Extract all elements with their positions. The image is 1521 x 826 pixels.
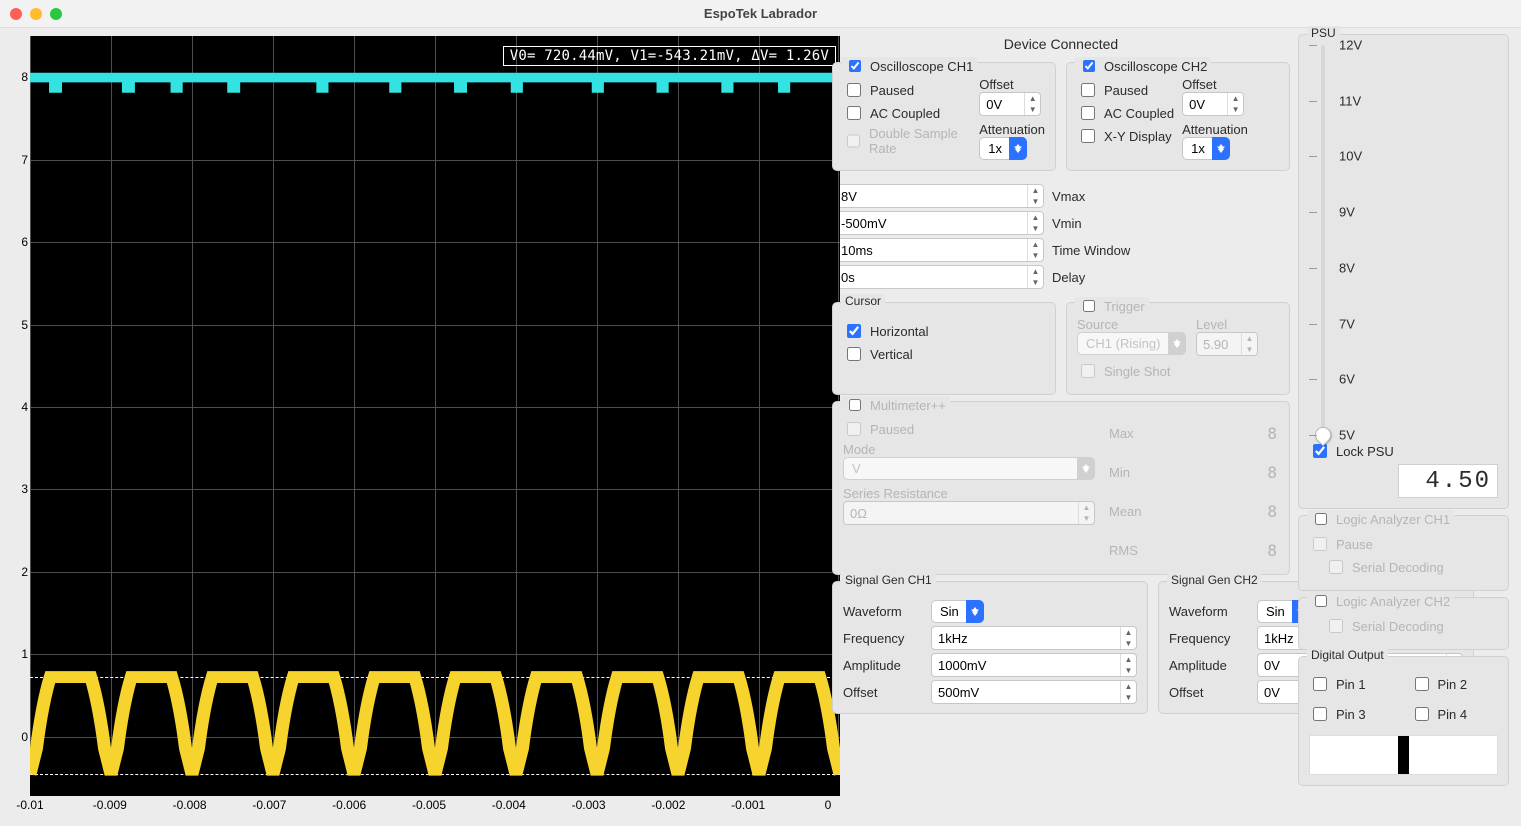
osc-ch1-ac[interactable]: AC Coupled bbox=[843, 103, 971, 123]
psu-lock[interactable]: Lock PSU bbox=[1309, 441, 1498, 461]
trigger-level: ▲▼ bbox=[1196, 332, 1258, 356]
sg1-waveform[interactable]: Sin bbox=[931, 600, 984, 623]
osc-ch2-group: Oscilloscope CH2 Paused AC Coupled X-Y D… bbox=[1066, 62, 1290, 171]
multimeter-series-r: ▲▼ bbox=[843, 501, 1095, 525]
siggen-ch1-group: Signal Gen CH1 WaveformSin Frequency▲▼ A… bbox=[832, 581, 1148, 714]
x-axis: -0.01-0.009-0.008 -0.007-0.006-0.005 -0.… bbox=[30, 796, 828, 814]
digital-pin-1[interactable]: Pin 1 bbox=[1309, 674, 1397, 694]
digital-output-group: Digital Output Pin 1 Pin 2 Pin 3 Pin 4 bbox=[1298, 656, 1509, 786]
digital-pin-3[interactable]: Pin 3 bbox=[1309, 704, 1397, 724]
osc-ch1-atten-label: Attenuation bbox=[979, 122, 1045, 137]
vmax-label: Vmax bbox=[1052, 189, 1085, 204]
device-status: Device Connected bbox=[832, 34, 1290, 56]
la-ch1-group: Logic Analyzer CH1 Pause Serial Decoding bbox=[1298, 515, 1509, 591]
osc-ch1-group: Oscilloscope CH1 Paused AC Coupled Doubl… bbox=[832, 62, 1056, 171]
timewindow-label: Time Window bbox=[1052, 243, 1130, 258]
psu-readout: 4.50 bbox=[1398, 464, 1498, 498]
osc-ch1-dsr: Double Sample Rate bbox=[843, 126, 971, 156]
delay-input[interactable]: ▲▼ bbox=[834, 265, 1044, 289]
osc-ch2-atten[interactable]: 1x bbox=[1182, 137, 1230, 160]
minimize-icon[interactable] bbox=[30, 8, 42, 20]
osc-ch2-offset-label: Offset bbox=[1182, 77, 1248, 92]
y-axis: 876 543 210 bbox=[12, 36, 30, 778]
la-ch1-serial: Serial Decoding bbox=[1325, 557, 1498, 577]
mm-mean-readout: 8 bbox=[1267, 502, 1279, 521]
cursor-vertical[interactable]: Vertical bbox=[843, 344, 1045, 364]
titlebar: EspoTek Labrador bbox=[0, 0, 1521, 28]
multimeter-group: Multimeter++ Paused Mode V Series Resist… bbox=[832, 401, 1290, 575]
sg1-offset[interactable]: ▲▼ bbox=[931, 680, 1137, 704]
osc-ch1-offset-label: Offset bbox=[979, 77, 1045, 92]
multimeter-enable[interactable]: Multimeter++ bbox=[841, 396, 950, 414]
osc-ch1-atten[interactable]: 1x bbox=[979, 137, 1027, 160]
osc-ch2-atten-label: Attenuation bbox=[1182, 122, 1248, 137]
digital-pin-2[interactable]: Pin 2 bbox=[1411, 674, 1499, 694]
multimeter-paused: Paused bbox=[843, 419, 1095, 439]
osc-ch2-xy[interactable]: X-Y Display bbox=[1077, 126, 1174, 146]
trigger-single: Single Shot bbox=[1077, 361, 1186, 381]
vmin-input[interactable]: ▲▼ bbox=[834, 211, 1044, 235]
la-ch2-enable[interactable]: Logic Analyzer CH2 bbox=[1307, 592, 1454, 610]
mm-min-readout: 8 bbox=[1267, 463, 1279, 482]
mm-rms-readout: 8 bbox=[1267, 541, 1279, 560]
multimeter-mode: V bbox=[843, 457, 1095, 480]
cursor-horizontal[interactable]: Horizontal bbox=[843, 321, 1045, 341]
la-ch1-enable[interactable]: Logic Analyzer CH1 bbox=[1307, 510, 1454, 528]
oscilloscope-display[interactable]: V0= 720.44mV, V1=-543.21mV, ΔV= 1.26V bbox=[30, 36, 840, 796]
delay-label: Delay bbox=[1052, 270, 1085, 285]
osc-ch1-enable[interactable]: Oscilloscope CH1 bbox=[841, 57, 977, 75]
trigger-source: CH1 (Rising) bbox=[1077, 332, 1186, 355]
osc-ch2-offset[interactable]: ▲▼ bbox=[1182, 92, 1244, 116]
timewindow-input[interactable]: ▲▼ bbox=[834, 238, 1044, 262]
digital-output-preview bbox=[1309, 735, 1498, 775]
osc-ch2-ac[interactable]: AC Coupled bbox=[1077, 103, 1174, 123]
cursor-group: Cursor Horizontal Vertical bbox=[832, 302, 1056, 395]
cursor-title: Cursor bbox=[841, 294, 885, 308]
la-ch2-serial: Serial Decoding bbox=[1325, 616, 1498, 636]
mm-max-readout: 8 bbox=[1267, 424, 1279, 443]
trace-ch1 bbox=[30, 677, 840, 774]
sg1-freq[interactable]: ▲▼ bbox=[931, 626, 1137, 650]
sg1-amp[interactable]: ▲▼ bbox=[931, 653, 1137, 677]
cursor-readout: V0= 720.44mV, V1=-543.21mV, ΔV= 1.26V bbox=[503, 46, 836, 66]
osc-ch1-paused[interactable]: Paused bbox=[843, 80, 971, 100]
trace-ch2 bbox=[30, 78, 840, 88]
trigger-enable[interactable]: Trigger bbox=[1075, 297, 1149, 315]
window-controls bbox=[0, 8, 62, 20]
psu-group: PSU 12V 11V 10V 9V 8 bbox=[1298, 34, 1509, 509]
osc-ch1-offset[interactable]: ▲▼ bbox=[979, 92, 1041, 116]
vmax-input[interactable]: ▲▼ bbox=[834, 184, 1044, 208]
psu-slider[interactable]: 12V 11V 10V 9V 8V 7V 6V 5V bbox=[1309, 45, 1498, 435]
window-title: EspoTek Labrador bbox=[0, 6, 1521, 21]
la-ch2-group: Logic Analyzer CH2 Serial Decoding bbox=[1298, 597, 1509, 650]
trigger-group: Trigger Source CH1 (Rising) Single Shot … bbox=[1066, 302, 1290, 395]
zoom-icon[interactable] bbox=[50, 8, 62, 20]
close-icon[interactable] bbox=[10, 8, 22, 20]
osc-ch2-enable[interactable]: Oscilloscope CH2 bbox=[1075, 57, 1211, 75]
vmin-label: Vmin bbox=[1052, 216, 1082, 231]
digital-pin-4[interactable]: Pin 4 bbox=[1411, 704, 1499, 724]
la-ch1-pause: Pause bbox=[1309, 534, 1498, 554]
osc-ch2-paused[interactable]: Paused bbox=[1077, 80, 1174, 100]
